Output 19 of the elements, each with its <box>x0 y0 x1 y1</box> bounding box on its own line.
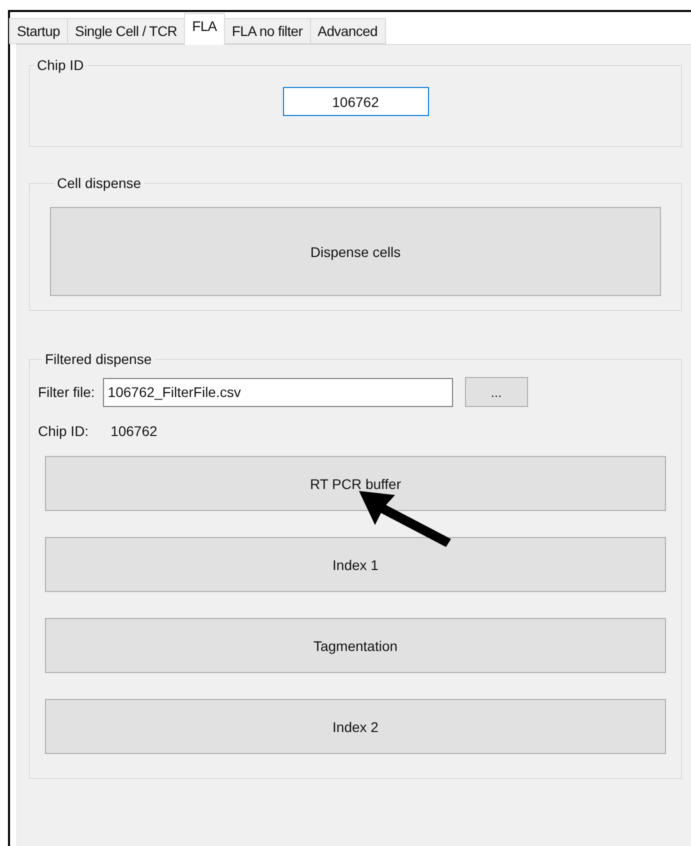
tab[interactable]: Advanced <box>310 18 386 44</box>
tab[interactable]: Startup <box>9 18 68 44</box>
filter-file-field[interactable]: 106762_FilterFile.csv <box>102 378 453 406</box>
tab[interactable]: FLA <box>184 13 225 45</box>
tab[interactable]: FLA no filter <box>224 18 311 44</box>
browse-button[interactable]: ... <box>464 377 528 407</box>
group-title: Filtered dispense <box>44 351 153 367</box>
dispense-button[interactable]: Tagmentation <box>45 618 666 673</box>
group-title: Chip ID <box>36 57 85 73</box>
dispense-button[interactable]: Index 2 <box>45 699 666 754</box>
tab[interactable]: Single Cell / TCR <box>67 18 186 44</box>
chip-id-field[interactable]: 106762 <box>282 87 428 116</box>
filter-file-label: Filter file: <box>38 384 95 400</box>
dispense-button[interactable]: Index 1 <box>45 537 666 592</box>
dispense-button[interactable]: RT PCR buffer <box>45 456 666 511</box>
dispense-cells-button[interactable]: Dispense cells <box>50 207 661 296</box>
chip-id-value: 106762 <box>110 423 158 439</box>
group-title: Cell dispense <box>56 175 142 191</box>
chip-id-label: Chip ID: <box>38 423 89 439</box>
